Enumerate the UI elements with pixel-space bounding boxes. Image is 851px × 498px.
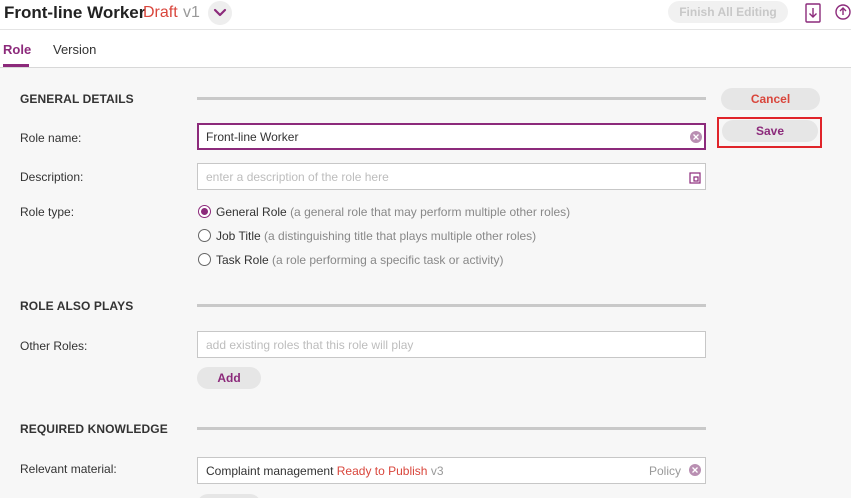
description-input[interactable]: enter a description of the role here [197,163,706,190]
relevant-material-item[interactable]: Complaint management Ready to Publish v3… [197,457,706,484]
general-details-heading: GENERAL DETAILS [20,92,134,106]
description-placeholder: enter a description of the role here [206,170,389,184]
role-type-hint: (a role performing a specific task or ac… [272,253,504,267]
upload-comment-icon[interactable] [835,3,851,28]
other-roles-label: Other Roles: [20,339,88,353]
tab-version[interactable]: Version [53,42,96,57]
tab-bar: Role Version [0,30,851,68]
material-type: Policy [649,464,682,478]
material-status: Ready to Publish [336,464,428,478]
description-label: Description: [20,170,84,184]
download-icon[interactable] [805,3,821,28]
cancel-button[interactable]: Cancel [721,88,820,110]
tab-role[interactable]: Role [3,42,31,57]
role-name-label: Role name: [20,131,82,145]
other-roles-input[interactable]: add existing roles that this role will p… [197,331,706,358]
expand-icon[interactable] [689,171,701,189]
version-label: v1 [183,4,200,21]
clear-icon[interactable] [690,131,702,143]
role-also-plays-heading: ROLE ALSO PLAYS [20,299,134,313]
section-divider [197,97,706,100]
add-role-button[interactable]: Add [197,367,261,389]
required-knowledge-heading: REQUIRED KNOWLEDGE [20,422,168,436]
role-type-hint: (a distinguishing title that plays multi… [264,229,537,243]
role-type-name: Job Title [216,229,261,243]
role-form: Cancel Save GENERAL DETAILS Role name: F… [0,68,851,498]
role-name-value: Front-line Worker [206,130,299,144]
radio-unselected-icon[interactable] [198,253,211,266]
status-badge: Draft [143,4,178,21]
add-material-button[interactable] [197,494,261,498]
section-divider [197,427,706,430]
material-entry: Complaint management Ready to Publish v3 [206,464,444,478]
role-type-label: Role type: [20,205,75,219]
role-name-input[interactable]: Front-line Worker [197,123,706,150]
other-roles-placeholder: add existing roles that this role will p… [206,338,414,352]
remove-icon[interactable] [689,464,701,476]
material-version: v3 [430,464,444,478]
section-divider [197,304,706,307]
radio-unselected-icon[interactable] [198,229,211,242]
version-dropdown-button[interactable] [208,1,232,25]
chevron-down-icon [213,8,227,17]
radio-selected-icon[interactable] [198,205,211,218]
active-tab-indicator [3,64,29,67]
role-type-name: General Role [216,205,287,219]
role-type-name: Task Role [216,253,269,267]
page-header: Front-line Worker Draft v1 Finish All Ed… [0,0,851,30]
finish-all-editing-button[interactable]: Finish All Editing [668,1,788,23]
role-type-hint: (a general role that may perform multipl… [290,205,571,219]
page-title: Front-line Worker [4,3,146,22]
save-button[interactable]: Save [722,120,818,142]
relevant-material-label: Relevant material: [20,462,117,476]
material-name[interactable]: Complaint management [206,464,333,478]
